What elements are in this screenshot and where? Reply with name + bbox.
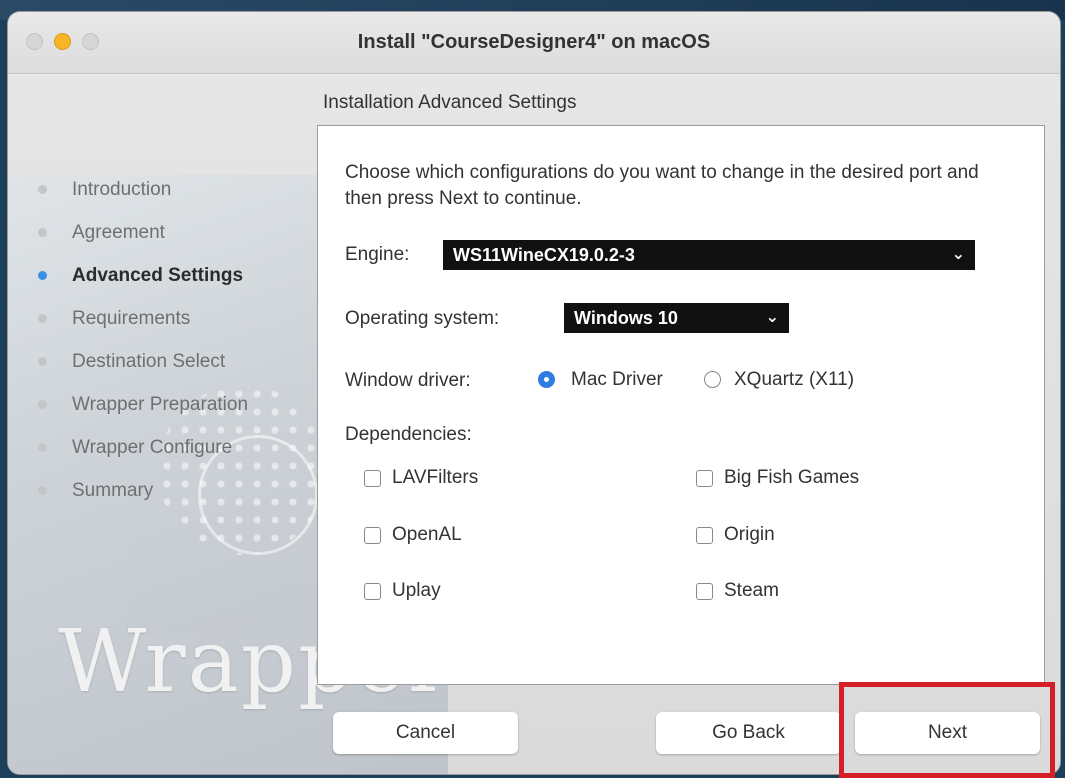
checkbox-box[interactable] — [364, 526, 381, 544]
step-wrapper-preparation: Wrapper Preparation — [38, 383, 248, 426]
checkbox-box[interactable] — [364, 582, 381, 600]
step-bullet-icon — [38, 185, 47, 194]
step-bullet-icon — [38, 228, 47, 237]
origin-checkbox[interactable]: Origin — [696, 524, 775, 546]
step-label: Wrapper Preparation — [72, 393, 249, 415]
step-wrapper-configure: Wrapper Configure — [38, 426, 248, 469]
chevron-down-icon: ⌄ — [951, 246, 965, 263]
checkbox-label: Big Fish Games — [724, 467, 860, 488]
settings-panel: Choose which configurations do you want … — [317, 125, 1045, 685]
engine-select[interactable]: WS11WineCX19.0.2-3 ⌄ — [443, 240, 975, 270]
step-label: Advanced Settings — [72, 264, 244, 286]
cancel-button[interactable]: Cancel — [333, 712, 518, 754]
step-bullet-icon — [38, 443, 47, 452]
next-button[interactable]: Next — [855, 712, 1040, 754]
lavfilters-checkbox[interactable]: LAVFilters — [364, 467, 478, 489]
step-bullet-icon — [38, 357, 47, 366]
checkbox-label: OpenAL — [392, 524, 462, 545]
step-agreement: Agreement — [38, 211, 248, 254]
checkbox-box[interactable] — [696, 526, 713, 544]
xquartz-radio[interactable] — [704, 371, 721, 388]
step-label: Agreement — [72, 221, 165, 243]
engine-value: WS11WineCX19.0.2-3 — [453, 245, 635, 265]
checkbox-box[interactable] — [696, 582, 713, 600]
step-label: Introduction — [72, 178, 172, 200]
step-label: Destination Select — [72, 350, 226, 372]
big-fish-games-checkbox[interactable]: Big Fish Games — [696, 467, 859, 489]
checkbox-label: Origin — [724, 524, 775, 545]
openal-checkbox[interactable]: OpenAL — [364, 524, 462, 546]
window-title: Install "CourseDesigner4" on macOS — [357, 31, 711, 53]
step-bullet-icon — [38, 400, 47, 409]
step-requirements: Requirements — [38, 297, 248, 340]
driver-label: Window driver: — [345, 370, 471, 391]
xquartz-label[interactable]: XQuartz (X11) — [734, 369, 854, 391]
step-destination-select: Destination Select — [38, 340, 248, 383]
step-label: Requirements — [72, 307, 191, 329]
uplay-checkbox[interactable]: Uplay — [364, 580, 441, 602]
os-value: Windows 10 — [574, 308, 678, 328]
steam-checkbox[interactable]: Steam — [696, 580, 779, 602]
checkbox-label: Steam — [724, 580, 779, 601]
installer-window: Install "CourseDesigner4" on macOS Wrapp… — [8, 12, 1060, 774]
section-title: Installation Advanced Settings — [323, 92, 577, 113]
step-bullet-icon — [38, 486, 47, 495]
chevron-down-icon: ⌄ — [765, 309, 779, 326]
step-bullet-icon — [38, 271, 47, 280]
instructions-text: Choose which configurations do you want … — [345, 162, 979, 209]
dependencies-label: Dependencies: — [345, 424, 472, 445]
mac-driver-label[interactable]: Mac Driver — [571, 369, 663, 391]
step-summary: Summary — [38, 469, 248, 512]
os-select[interactable]: Windows 10 ⌄ — [564, 303, 789, 333]
step-introduction: Introduction — [38, 168, 248, 211]
os-label: Operating system: — [345, 308, 500, 329]
mac-driver-radio[interactable] — [538, 371, 555, 388]
checkbox-label: LAVFilters — [392, 467, 479, 488]
step-advanced-settings: Advanced Settings — [38, 254, 248, 297]
step-label: Summary — [72, 479, 154, 501]
steps-sidebar: Introduction Agreement Advanced Settings… — [38, 168, 248, 512]
checkbox-box[interactable] — [696, 469, 713, 487]
step-label: Wrapper Configure — [72, 436, 233, 458]
go-back-button[interactable]: Go Back — [656, 712, 841, 754]
checkbox-label: Uplay — [392, 580, 441, 601]
title-bar: Install "CourseDesigner4" on macOS — [8, 12, 1060, 74]
checkbox-box[interactable] — [364, 469, 381, 487]
step-bullet-icon — [38, 314, 47, 323]
engine-label: Engine: — [345, 244, 410, 265]
